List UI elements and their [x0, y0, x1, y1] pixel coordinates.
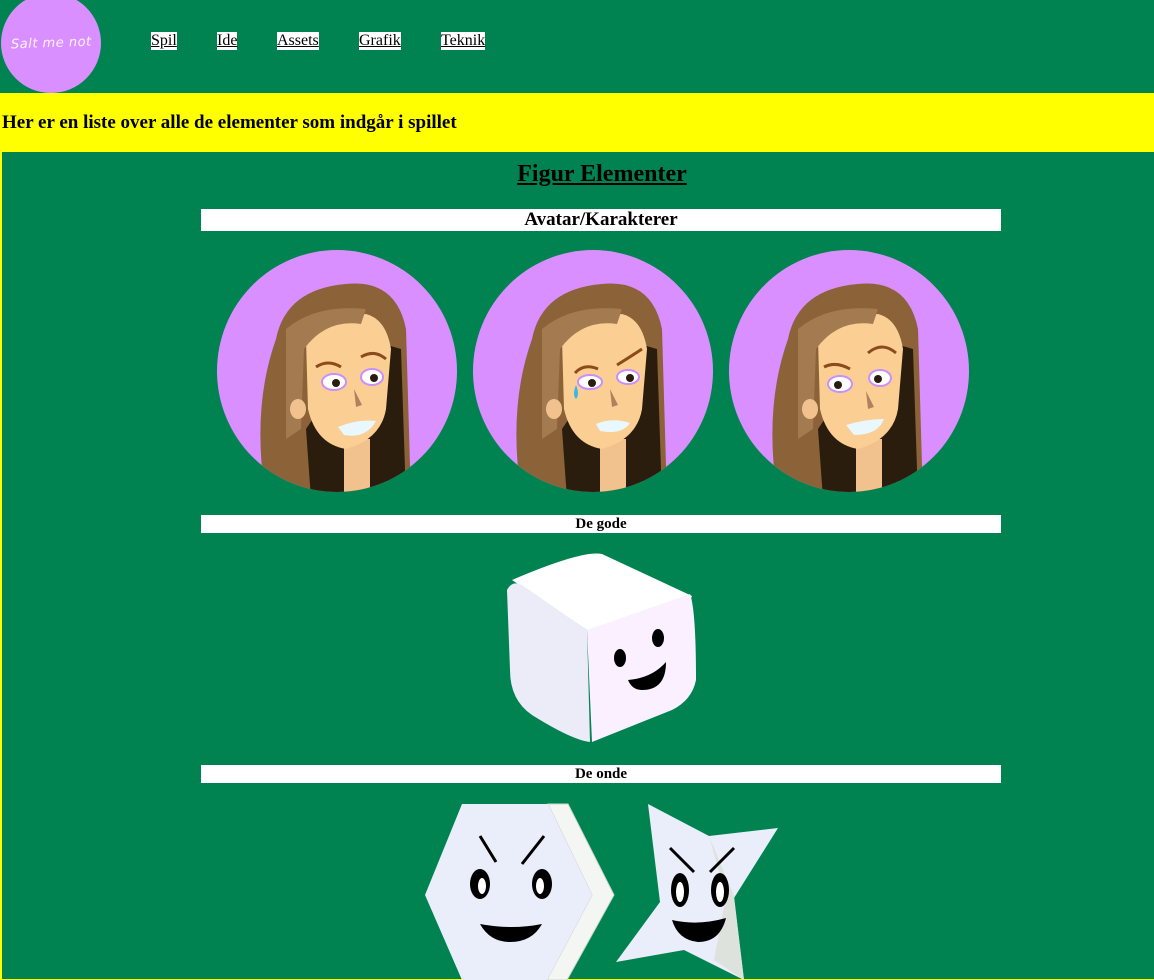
page-title: Figur Elementer: [517, 161, 687, 187]
intro-text: Her er en liste over alle de elementer s…: [2, 112, 457, 133]
avatar-happy-image: [217, 250, 457, 492]
header: Salt me not Spil Ide Assets Grafik Tekni…: [0, 0, 1154, 93]
nav-link-teknik[interactable]: Teknik: [441, 32, 486, 50]
nav-link-ide[interactable]: Ide: [217, 32, 238, 50]
salt-star-image: [616, 804, 778, 980]
section-heading-avatars: Avatar/Karakterer: [201, 209, 1001, 231]
intro-banner: Her er en liste over alle de elementer s…: [0, 93, 1154, 152]
section-heading-good: De gode: [201, 515, 1001, 533]
section-heading-evil: De onde: [201, 765, 1001, 783]
logo-text: Salt me not: [10, 34, 92, 52]
logo[interactable]: Salt me not: [1, 0, 101, 93]
avatar-crying-image: [473, 250, 713, 492]
nav-link-spil[interactable]: Spil: [151, 32, 177, 50]
sugar-cube-image: [507, 553, 696, 742]
nav-link-grafik[interactable]: Grafik: [359, 32, 401, 50]
salt-hexagon-image: [425, 803, 615, 980]
avatar-smiling-image: [729, 250, 969, 492]
main-content: Figur Elementer Avatar/Karakterer De god…: [2, 152, 1154, 980]
nav-link-assets[interactable]: Assets: [277, 32, 319, 50]
